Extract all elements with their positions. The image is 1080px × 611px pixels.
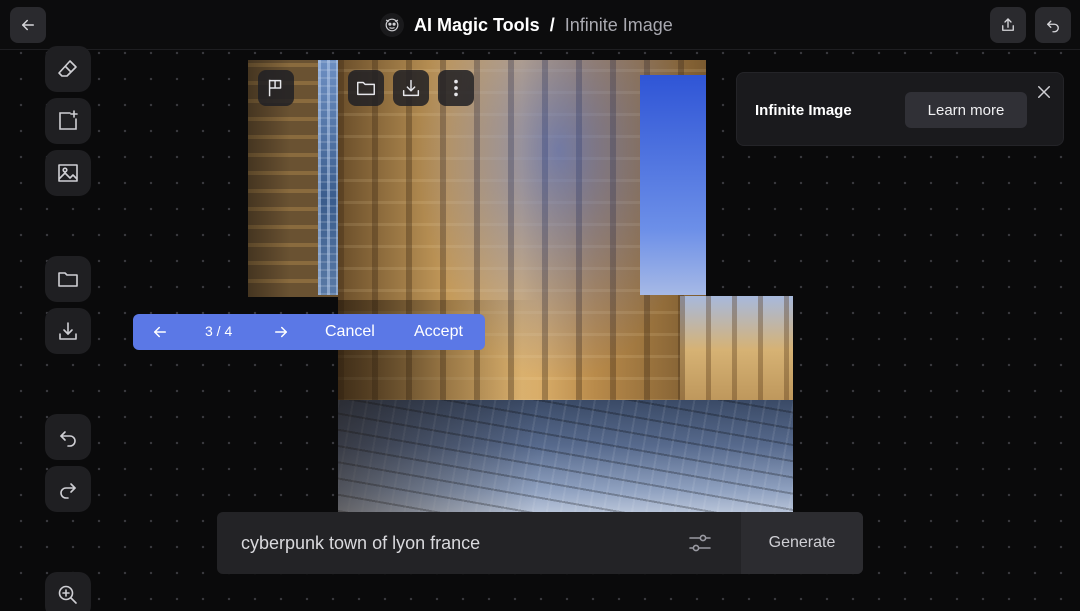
- folder-icon: [357, 81, 375, 96]
- frame-icon: [268, 79, 282, 97]
- upload-image-button[interactable]: [45, 150, 91, 196]
- share-button[interactable]: [990, 7, 1026, 43]
- back-button[interactable]: [10, 7, 46, 43]
- prompt-input[interactable]: [217, 512, 739, 574]
- redo-button[interactable]: [45, 466, 91, 512]
- variation-counter: 3 / 4: [205, 323, 233, 339]
- undo-button[interactable]: [45, 414, 91, 460]
- undo-top-button[interactable]: [1035, 7, 1071, 43]
- cancel-button[interactable]: Cancel: [325, 323, 375, 341]
- undo-icon: [60, 431, 76, 447]
- open-folder-button[interactable]: [45, 256, 91, 302]
- zoom-in-button[interactable]: [45, 572, 91, 611]
- settings-sliders-icon[interactable]: [687, 531, 713, 555]
- generate-button[interactable]: Generate: [741, 512, 863, 574]
- image-icon: [58, 164, 78, 182]
- close-icon[interactable]: [1035, 83, 1053, 101]
- more-icon: [454, 79, 458, 97]
- accept-button[interactable]: Accept: [414, 323, 463, 341]
- variation-bar: 3 / 4 Cancel Accept: [133, 314, 485, 350]
- breadcrumb-current: Infinite Image: [564, 14, 673, 35]
- download-button[interactable]: [45, 308, 91, 354]
- breadcrumb-separator: /: [549, 14, 555, 35]
- top-bar: AI Magic Tools / Infinite Image: [0, 0, 1080, 50]
- app-name[interactable]: AI Magic Tools: [414, 15, 540, 36]
- add-frame-icon: [59, 110, 78, 130]
- next-variation-button[interactable]: [266, 314, 296, 350]
- eraser-icon: [58, 60, 77, 77]
- canvas-image-sky: [640, 75, 706, 295]
- image-folder-button[interactable]: [348, 70, 384, 106]
- arrow-left-icon: [154, 326, 166, 338]
- redo-icon: [60, 483, 76, 499]
- previous-variation-button[interactable]: [145, 314, 175, 350]
- folder-icon: [58, 272, 78, 287]
- info-panel: Infinite Image Learn more: [736, 72, 1064, 146]
- learn-more-button[interactable]: Learn more: [905, 92, 1027, 128]
- image-more-button[interactable]: [438, 70, 474, 106]
- info-panel-title: Infinite Image: [755, 102, 852, 119]
- share-icon: [1002, 18, 1014, 31]
- frame-button[interactable]: [258, 70, 294, 106]
- zoom-in-icon: [58, 585, 77, 604]
- download-icon: [59, 322, 77, 340]
- add-frame-button[interactable]: [45, 98, 91, 144]
- page-title: AI Magic Tools / Infinite Image: [380, 12, 673, 38]
- arrow-right-icon: [275, 326, 287, 338]
- download-icon: [402, 79, 420, 97]
- app-logo-icon: [380, 13, 404, 37]
- arrow-left-icon: [22, 19, 34, 31]
- prompt-bar: Generate: [217, 512, 863, 574]
- image-download-button[interactable]: [393, 70, 429, 106]
- eraser-tool-button[interactable]: [45, 46, 91, 92]
- undo-icon: [1047, 20, 1059, 33]
